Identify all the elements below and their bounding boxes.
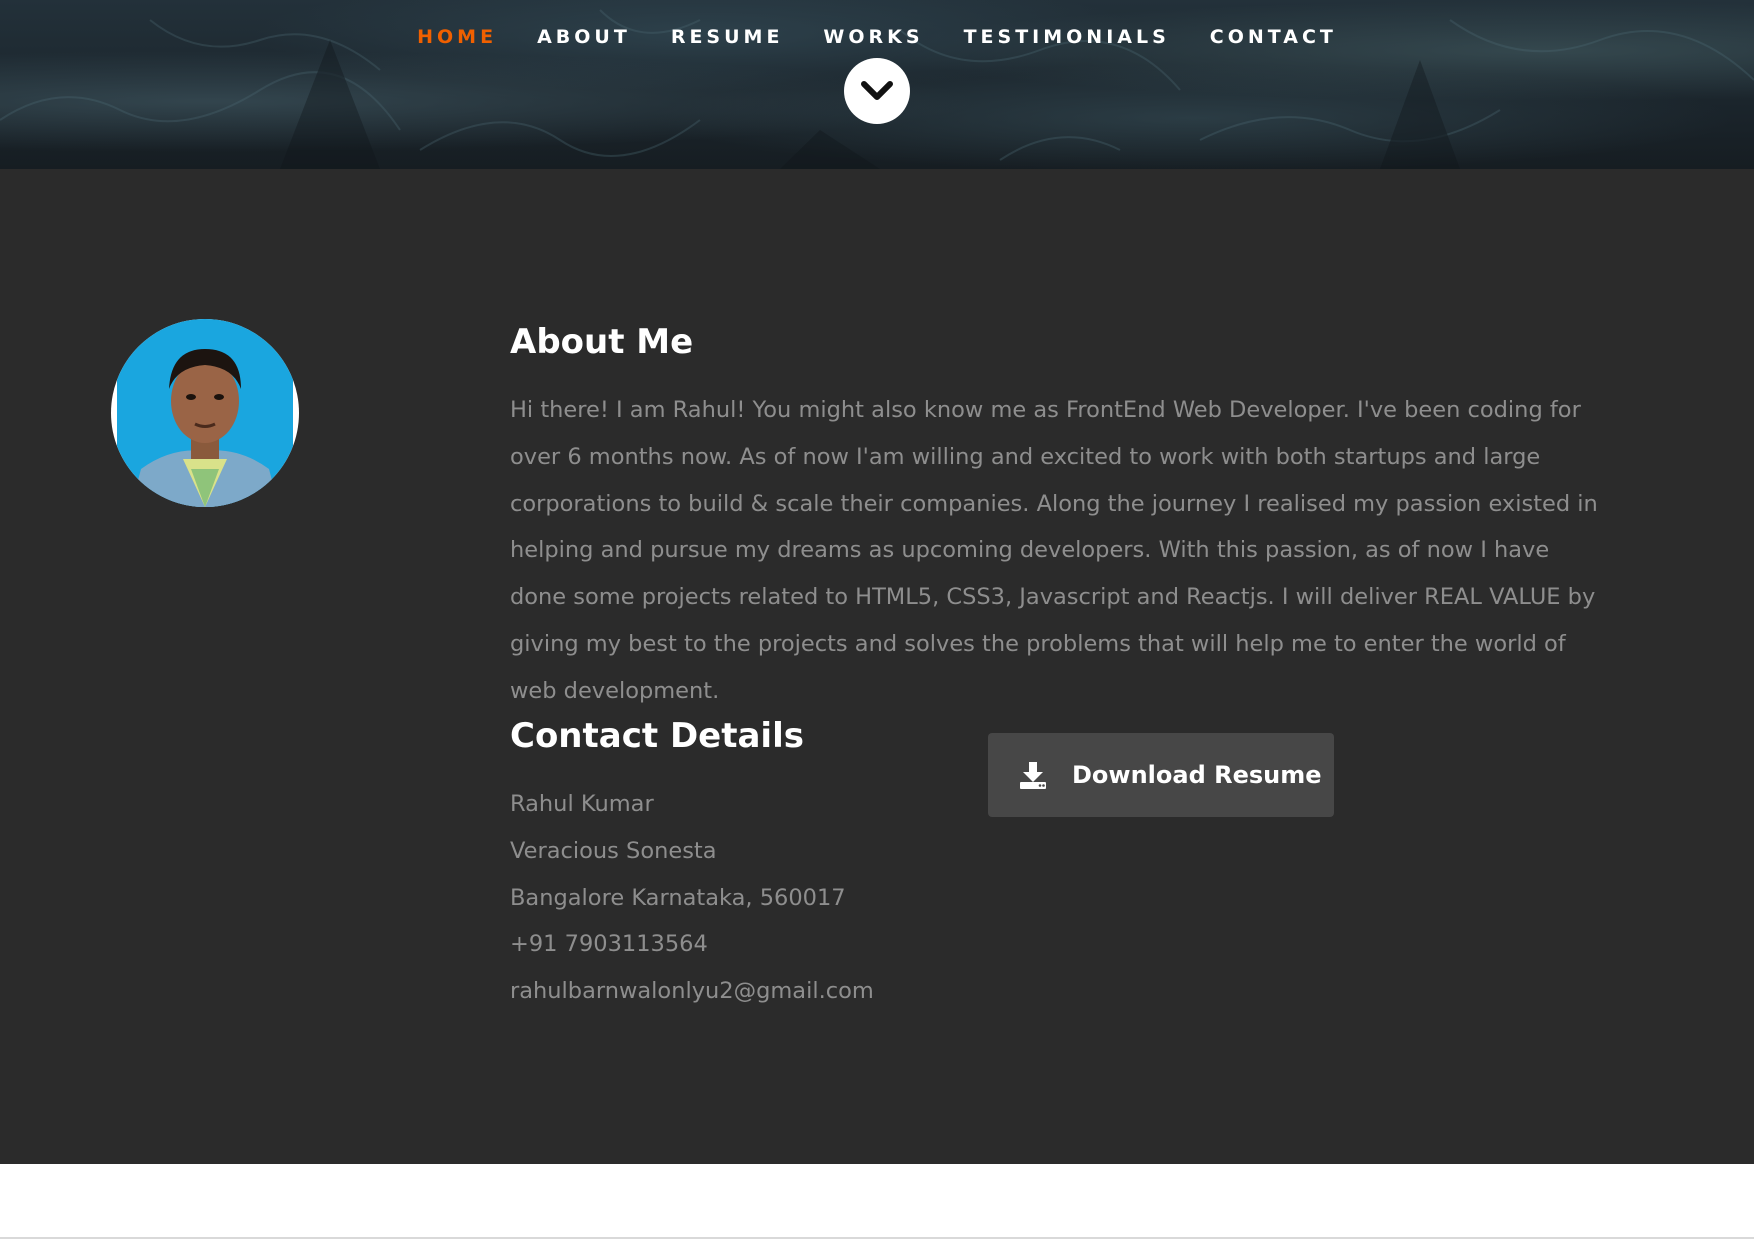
nav-item-works[interactable]: WORKS xyxy=(803,24,943,50)
about-section: About Me Hi there! I am Rahul! You might… xyxy=(0,169,1754,1164)
contact-details: Rahul Kumar Veracious Sonesta Bangalore … xyxy=(510,781,874,1015)
about-heading: About Me xyxy=(510,322,694,362)
contact-heading: Contact Details xyxy=(510,716,804,756)
footer-divider xyxy=(0,1237,1754,1239)
profile-photo xyxy=(111,319,299,507)
download-resume-label: Download Resume xyxy=(1072,761,1322,789)
about-description: Hi there! I am Rahul! You might also kno… xyxy=(510,397,1598,704)
contact-address-line2: Bangalore Karnataka, 560017 xyxy=(510,884,846,911)
hero-header: HOME ABOUT RESUME WORKS TESTIMONIALS CON… xyxy=(0,0,1754,169)
nav-item-resume[interactable]: RESUME xyxy=(651,24,804,50)
download-icon xyxy=(1018,760,1048,790)
profile-photo-image xyxy=(117,319,293,507)
nav-item-contact[interactable]: CONTACT xyxy=(1190,24,1357,50)
chevron-down-icon xyxy=(861,81,893,100)
contact-phone: +91 7903113564 xyxy=(510,931,708,958)
contact-name: Rahul Kumar xyxy=(510,791,654,817)
main-nav: HOME ABOUT RESUME WORKS TESTIMONIALS CON… xyxy=(0,24,1754,50)
nav-item-testimonials[interactable]: TESTIMONIALS xyxy=(944,24,1190,50)
portfolio-page: HOME ABOUT RESUME WORKS TESTIMONIALS CON… xyxy=(0,0,1754,1240)
download-resume-button[interactable]: Download Resume xyxy=(988,733,1334,817)
nav-item-about[interactable]: ABOUT xyxy=(517,24,651,50)
contact-email[interactable]: rahulbarnwalonlyu2@gmail.com xyxy=(510,968,874,1015)
contact-address-line1: Veracious Sonesta xyxy=(510,837,717,864)
scroll-down-button[interactable] xyxy=(844,58,910,124)
nav-item-home[interactable]: HOME xyxy=(397,24,517,50)
